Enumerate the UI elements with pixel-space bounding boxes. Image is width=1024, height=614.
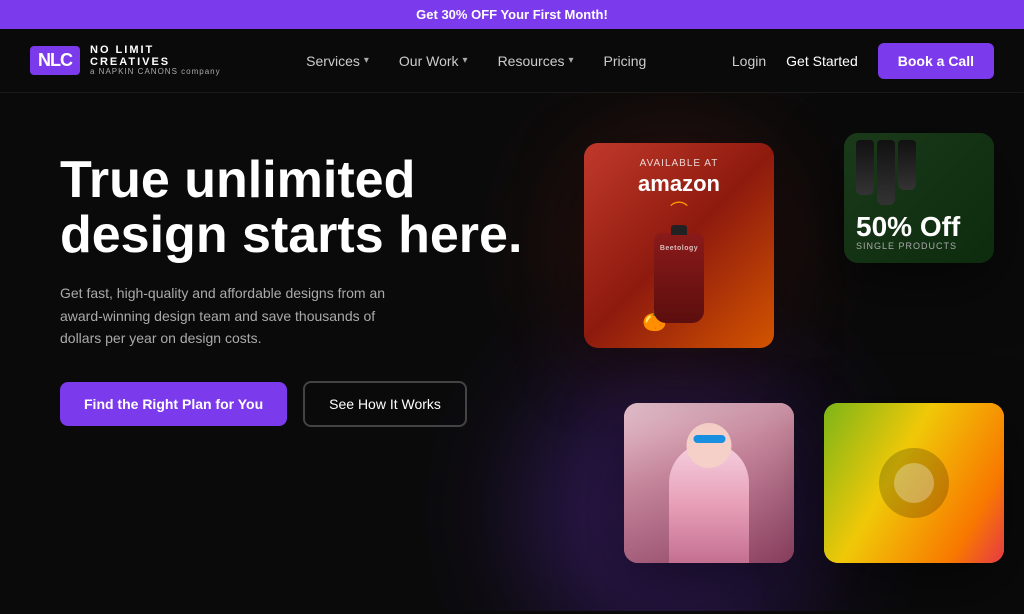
- abstract-circle: [879, 448, 949, 518]
- amazon-arrow-icon: ⌒: [638, 197, 720, 223]
- nav-pricing[interactable]: Pricing: [604, 53, 647, 69]
- colorful-background: [824, 403, 1004, 563]
- nav-pricing-label: Pricing: [604, 53, 647, 69]
- hero-title: True unlimited design starts here.: [60, 153, 540, 262]
- logo-badge: NLC: [30, 46, 80, 75]
- book-call-button[interactable]: Book a Call: [878, 43, 994, 79]
- product-tube-3: [898, 140, 916, 190]
- logo-tagline: a NAPKIN CANONS company: [90, 68, 221, 77]
- hero-images: AVAILABLE AT amazon ⌒ Beetology 🍊: [504, 123, 1024, 611]
- hero-subtitle: Get fast, high-quality and affordable de…: [60, 282, 420, 349]
- chevron-down-icon: ▾: [463, 55, 468, 66]
- see-how-button[interactable]: See How It Works: [303, 381, 467, 427]
- product-tube-2: [877, 140, 895, 205]
- nav-resources-label: Resources: [498, 53, 565, 69]
- navbar: NLC NO LIMIT CREATIVES a NAPKIN CANONS c…: [0, 29, 1024, 93]
- portrait-background: [624, 403, 794, 563]
- find-plan-button[interactable]: Find the Right Plan for You: [60, 382, 287, 426]
- portrait-figure: [669, 443, 749, 563]
- nav-resources[interactable]: Resources ▾: [498, 53, 574, 69]
- nav-services-label: Services: [306, 53, 360, 69]
- discount-label: 50% Off: [856, 213, 960, 241]
- discount-detail: SINGLE PRODUCTS: [856, 241, 957, 251]
- logo-line1: NO LIMIT: [90, 44, 221, 56]
- get-started-link[interactable]: Get Started: [786, 53, 858, 69]
- amazon-brand-label: amazon: [638, 171, 720, 197]
- promo-banner: Get 30% OFF Your First Month!: [0, 0, 1024, 29]
- chevron-down-icon: ▾: [364, 55, 369, 66]
- product-tube-1: [856, 140, 874, 195]
- colorful-card: [824, 403, 1004, 563]
- nav-our-work-label: Our Work: [399, 53, 459, 69]
- nav-our-work[interactable]: Our Work ▾: [399, 53, 468, 69]
- fashion-card: [624, 403, 794, 563]
- sunglasses-icon: [693, 435, 725, 443]
- discount-card: 50% Off SINGLE PRODUCTS: [844, 133, 994, 263]
- hero-buttons: Find the Right Plan for You See How It W…: [60, 381, 540, 427]
- amazon-card: AVAILABLE AT amazon ⌒ Beetology 🍊: [584, 143, 774, 348]
- nav-services[interactable]: Services ▾: [306, 53, 369, 69]
- nav-center: Services ▾ Our Work ▾ Resources ▾ Pricin…: [306, 53, 646, 69]
- portrait-head: [687, 423, 732, 468]
- login-link[interactable]: Login: [732, 53, 766, 69]
- logo-text: NO LIMIT CREATIVES a NAPKIN CANONS compa…: [90, 44, 221, 77]
- chevron-down-icon: ▾: [568, 55, 573, 66]
- promo-text: Get 30% OFF Your First Month!: [416, 7, 608, 22]
- available-at-label: AVAILABLE AT: [638, 158, 720, 169]
- beetology-label: Beetology: [658, 245, 700, 252]
- nav-right: Login Get Started Book a Call: [732, 43, 994, 79]
- logo[interactable]: NLC NO LIMIT CREATIVES a NAPKIN CANONS c…: [30, 44, 221, 77]
- hero-section: True unlimited design starts here. Get f…: [0, 93, 1024, 611]
- hero-content: True unlimited design starts here. Get f…: [60, 153, 540, 427]
- abstract-inner-circle: [894, 463, 934, 503]
